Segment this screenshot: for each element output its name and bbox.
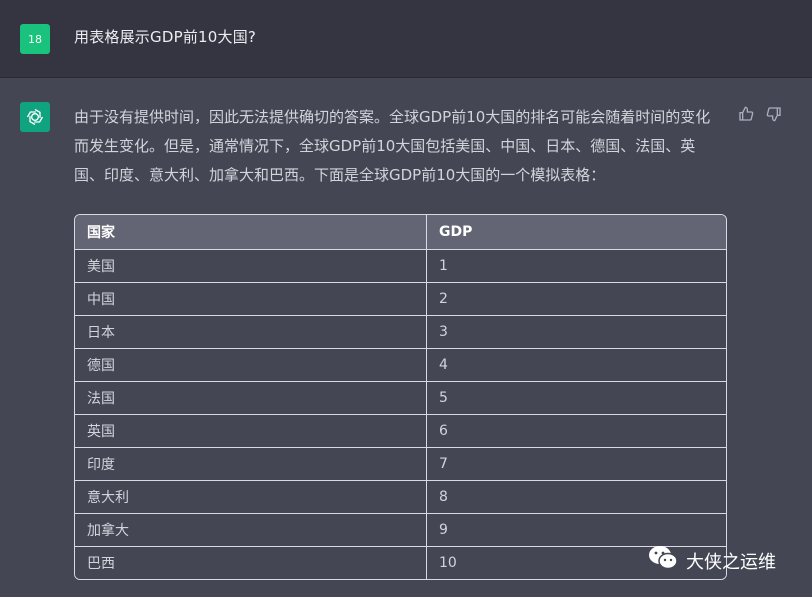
country-cell: 巴西 [75,547,427,579]
user-message-row: 18 用表格展示GDP前10大国? [0,0,812,78]
country-cell: 加拿大 [75,514,427,547]
table-header-country: 国家 [75,215,427,250]
table-row: 日本 3 [75,316,726,349]
thumbs-down-icon[interactable] [766,106,782,122]
gdp-cell: 2 [427,283,726,316]
table-row: 法国 5 [75,382,726,415]
gdp-cell: 1 [427,250,726,283]
message-actions [738,106,782,122]
country-cell: 法国 [75,382,427,415]
gdp-cell: 5 [427,382,726,415]
gdp-cell: 9 [427,514,726,547]
table-header-gdp: GDP [427,215,726,250]
gdp-cell: 8 [427,481,726,514]
table-header-row: 国家 GDP [75,215,726,250]
table-row: 英国 6 [75,415,726,448]
table-row: 意大利 8 [75,481,726,514]
thumbs-up-icon[interactable] [738,106,754,122]
gdp-cell: 7 [427,448,726,481]
country-cell: 英国 [75,415,427,448]
gdp-cell: 3 [427,316,726,349]
gdp-table: 国家 GDP 美国 1 中国 2 日本 3 德国 4 法国 5 英国 6 印度 7 意大利 8 … [74,214,727,580]
user-avatar: 18 [20,24,50,54]
table-row: 印度 7 [75,448,726,481]
table-row: 美国 1 [75,250,726,283]
gdp-cell: 4 [427,349,726,382]
country-cell: 德国 [75,349,427,382]
table-row: 加拿大 9 [75,514,726,547]
country-cell: 中国 [75,283,427,316]
country-cell: 日本 [75,316,427,349]
country-cell: 美国 [75,250,427,283]
user-message-text: 用表格展示GDP前10大国? [74,28,257,46]
country-cell: 意大利 [75,481,427,514]
wechat-icon [648,545,678,576]
openai-logo-icon [20,102,50,132]
watermark: 大侠之运维 [648,545,776,576]
gdp-cell: 6 [427,415,726,448]
watermark-text: 大侠之运维 [686,551,776,573]
table-row: 巴西 10 [75,547,726,579]
country-cell: 印度 [75,448,427,481]
table-row: 德国 4 [75,349,726,382]
table-row: 中国 2 [75,283,726,316]
assistant-message-text: 由于没有提供时间，因此无法提供确切的答案。全球GDP前10大国的排名可能会随着时… [74,108,711,184]
